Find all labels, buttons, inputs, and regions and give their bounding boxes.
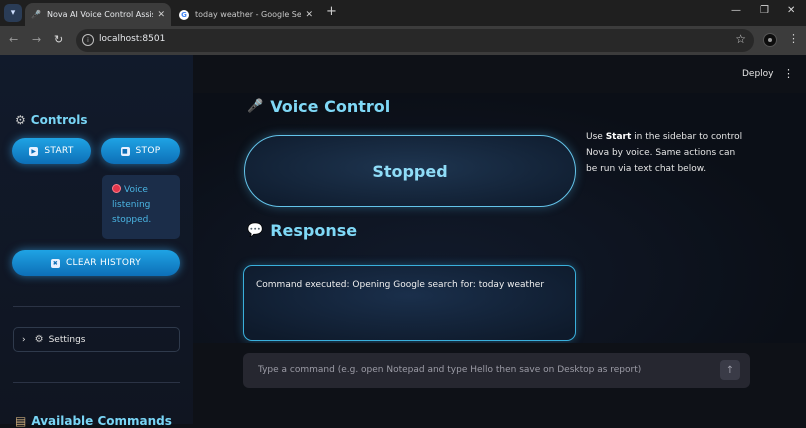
stop-icon: ■ xyxy=(120,146,130,156)
chat-input-container xyxy=(243,353,750,388)
response-title: Response xyxy=(270,221,358,240)
microphone-icon: 🎤 xyxy=(31,10,41,19)
trash-icon: ✖ xyxy=(50,258,60,268)
forward-icon[interactable]: → xyxy=(32,33,41,46)
controls-heading: ⚙ Controls xyxy=(15,113,88,127)
browser-tab-strip: ▾ 🎤 Nova AI Voice Control Assistant ✕ G … xyxy=(0,0,806,26)
command-input[interactable] xyxy=(258,362,708,378)
controls-heading-text: Controls xyxy=(30,113,88,127)
clear-history-label: CLEAR HISTORY xyxy=(65,258,142,268)
play-icon: ▶ xyxy=(29,146,39,156)
close-tab-icon[interactable]: ✕ xyxy=(157,10,165,20)
voice-help-text: Use Start in the sidebar to control Nova… xyxy=(586,129,746,177)
voice-state-indicator: Stopped xyxy=(244,135,576,207)
commands-heading-text: Available Commands xyxy=(31,414,172,428)
clipboard-icon: ▤ xyxy=(15,414,27,428)
tab-title: today weather - Google Search xyxy=(195,10,302,19)
help-bold: Start xyxy=(605,132,632,142)
restore-icon[interactable]: ❐ xyxy=(760,5,769,16)
tab-nova-assistant[interactable]: 🎤 Nova AI Voice Control Assistant ✕ xyxy=(25,3,171,26)
listening-status: Voice listening stopped. xyxy=(102,175,180,239)
profile-avatar[interactable] xyxy=(763,33,777,47)
minimize-icon[interactable]: — xyxy=(731,5,741,16)
clear-history-button[interactable]: ✖ CLEAR HISTORY xyxy=(12,250,180,276)
app-menu-icon[interactable]: ⋮ xyxy=(783,67,794,80)
google-icon: G xyxy=(179,9,189,20)
url-text: localhost:8501 xyxy=(99,34,166,44)
red-circle-icon xyxy=(112,184,121,193)
start-button[interactable]: ▶ START xyxy=(12,138,91,164)
tab-search-button[interactable]: ▾ xyxy=(4,4,22,22)
tab-title: Nova AI Voice Control Assistant xyxy=(47,10,153,19)
voice-control-heading: 🎤 Voice Control xyxy=(247,97,390,116)
bookmark-star-icon[interactable]: ☆ xyxy=(735,32,746,46)
speech-bubble-icon: 💬 xyxy=(247,223,264,238)
available-commands-heading: ▤ Available Commands xyxy=(15,414,172,428)
gear-icon: ⚙ xyxy=(15,113,26,127)
stop-button[interactable]: ■ STOP xyxy=(101,138,180,164)
sidebar-divider xyxy=(13,382,180,383)
tab-google-search[interactable]: G today weather - Google Search ✕ xyxy=(173,3,319,26)
browser-toolbar: ← → ↻ i localhost:8501 ☆ ⋮ xyxy=(0,26,806,55)
close-tab-icon[interactable]: ✕ xyxy=(305,10,313,20)
browser-menu-icon[interactable]: ⋮ xyxy=(788,32,799,45)
deploy-button[interactable]: Deploy xyxy=(742,69,774,79)
response-box: Command executed: Opening Google search … xyxy=(243,265,576,341)
response-heading: 💬 Response xyxy=(247,221,357,240)
chevron-right-icon: › xyxy=(22,334,26,345)
start-button-label: START xyxy=(44,146,74,156)
send-arrow-icon[interactable]: ↑ xyxy=(720,360,740,380)
back-icon[interactable]: ← xyxy=(9,33,18,46)
close-window-icon[interactable]: ✕ xyxy=(787,5,795,16)
response-text: Command executed: Opening Google search … xyxy=(256,280,545,290)
microphone-icon: 🎤 xyxy=(247,99,264,114)
settings-expander[interactable]: › ⚙ Settings xyxy=(13,327,180,352)
site-info-icon[interactable]: i xyxy=(82,34,94,46)
voice-state-label: Stopped xyxy=(372,161,448,181)
settings-label: Settings xyxy=(48,334,86,345)
stop-button-label: STOP xyxy=(135,146,161,156)
address-bar[interactable]: i localhost:8501 ☆ xyxy=(76,29,754,52)
gear-icon: ⚙ xyxy=(34,334,44,345)
sidebar xyxy=(0,55,193,424)
voice-control-title: Voice Control xyxy=(270,97,391,116)
new-tab-icon[interactable]: + xyxy=(326,5,337,19)
help-prefix: Use xyxy=(586,132,606,142)
reload-icon[interactable]: ↻ xyxy=(54,33,63,46)
sidebar-divider xyxy=(13,306,180,307)
